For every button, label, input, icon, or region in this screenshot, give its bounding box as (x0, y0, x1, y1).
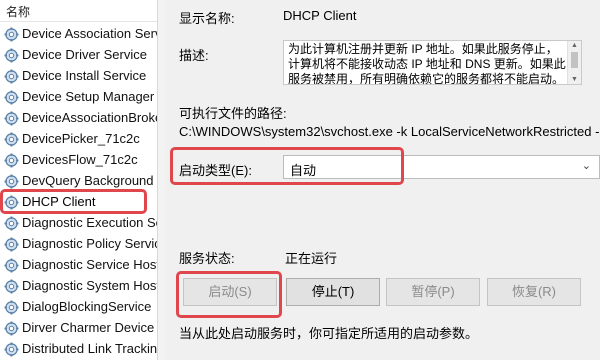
service-name: DevicePicker_71c2c (22, 131, 140, 146)
description-field[interactable]: 为此计算机注册并更新 IP 地址。如果此服务停止，计算机将不能接收动态 IP 地… (283, 40, 582, 85)
service-list-item[interactable]: Distributed Link Trackin (0, 339, 157, 360)
service-name: DialogBlockingService (22, 299, 152, 314)
service-name: Device Install Service (22, 68, 147, 83)
service-name: Diagnostic Execution Se (22, 215, 157, 230)
service-list-item[interactable]: Dirver Charmer Device (0, 318, 157, 339)
service-gear-icon (4, 321, 19, 336)
service-list-item[interactable]: Device Driver Service (0, 45, 157, 66)
service-gear-icon (4, 237, 19, 252)
pause-button[interactable]: 暂停(P) (386, 278, 480, 306)
service-list-item[interactable]: DeviceAssociationBroke (0, 108, 157, 129)
description-text: 为此计算机注册并更新 IP 地址。如果此服务停止，计算机将不能接收动态 IP 地… (288, 42, 566, 85)
executable-path-value: C:\WINDOWS\system32\svchost.exe -k Local… (179, 124, 600, 139)
service-gear-icon (4, 48, 19, 63)
service-status-value: 正在运行 (285, 251, 338, 266)
service-name: Distributed Link Trackin (22, 341, 157, 356)
service-list: Device Association Serv Device Driver Ser… (0, 24, 157, 360)
service-list-item[interactable]: DevicePicker_71c2c (0, 129, 157, 150)
service-name: Device Association Serv (22, 26, 157, 41)
service-gear-icon (4, 153, 19, 168)
service-gear-icon (4, 258, 19, 273)
executable-path-label: 可执行文件的路径: (179, 106, 287, 121)
startup-type-value: 自动 (290, 163, 317, 178)
service-properties-pane: 显示名称: DHCP Client 描述: 为此计算机注册并更新 IP 地址。如… (166, 0, 600, 360)
startup-type-label: 启动类型(E): (179, 163, 252, 178)
column-header-label: 名称 (6, 5, 31, 19)
service-name: DevicesFlow_71c2c (22, 152, 138, 167)
service-name: Diagnostic System Host (22, 278, 157, 293)
service-list-item[interactable]: DevicesFlow_71c2c (0, 150, 157, 171)
service-name: Dirver Charmer Device (22, 320, 155, 335)
description-label: 描述: (179, 48, 209, 63)
service-list-item[interactable]: Diagnostic Service Host (0, 255, 157, 276)
service-list-item[interactable]: DevQuery Background (0, 171, 157, 192)
service-gear-icon (4, 174, 19, 189)
chevron-down-icon[interactable]: ⌄ (582, 159, 591, 172)
service-gear-icon (4, 279, 19, 294)
service-gear-icon (4, 300, 19, 315)
service-name: DHCP Client (22, 194, 96, 209)
service-list-item[interactable]: DialogBlockingService (0, 297, 157, 318)
scroll-thumb[interactable] (571, 52, 578, 68)
start-parameters-hint: 当从此处启动服务时，你可指定所适用的启动参数。 (179, 326, 479, 341)
column-header-name[interactable]: 名称 (0, 0, 157, 22)
description-scrollbar[interactable]: ▲ ▼ (567, 41, 581, 84)
service-gear-icon (4, 216, 19, 231)
service-list-item[interactable]: Device Setup Manager (0, 87, 157, 108)
service-list-item[interactable]: Diagnostic Execution Se (0, 213, 157, 234)
service-name: Device Setup Manager (22, 89, 155, 104)
service-gear-icon (4, 27, 19, 42)
service-list-item[interactable]: DHCP Client (0, 192, 157, 213)
scroll-up-icon[interactable]: ▲ (571, 42, 578, 49)
service-gear-icon (4, 90, 19, 105)
pane-gap (158, 0, 166, 360)
service-status-label: 服务状态: (179, 251, 235, 266)
services-list-pane: 名称 Device Association Serv Device Driver … (0, 0, 157, 360)
scroll-down-icon[interactable]: ▼ (571, 76, 578, 83)
service-gear-icon (4, 342, 19, 357)
service-list-item[interactable]: Device Install Service (0, 66, 157, 87)
resume-button[interactable]: 恢复(R) (487, 278, 581, 306)
display-name-label: 显示名称: (179, 11, 235, 26)
service-name: Diagnostic Policy Servic (22, 236, 157, 251)
service-gear-icon (4, 111, 19, 126)
stop-button[interactable]: 停止(T) (286, 278, 380, 306)
service-name: Diagnostic Service Host (22, 257, 157, 272)
service-list-item[interactable]: Diagnostic Policy Servic (0, 234, 157, 255)
display-name-value: DHCP Client (283, 8, 357, 23)
start-button[interactable]: 启动(S) (183, 278, 277, 306)
service-gear-icon (4, 132, 19, 147)
service-name: Device Driver Service (22, 47, 147, 62)
service-gear-icon (4, 69, 19, 84)
service-name: DevQuery Background (22, 173, 154, 188)
service-gear-icon (4, 195, 19, 210)
service-list-item[interactable]: Diagnostic System Host (0, 276, 157, 297)
service-list-item[interactable]: Device Association Serv (0, 24, 157, 45)
startup-type-select[interactable]: 自动 ⌄ (283, 155, 600, 179)
service-name: DeviceAssociationBroke (22, 110, 157, 125)
